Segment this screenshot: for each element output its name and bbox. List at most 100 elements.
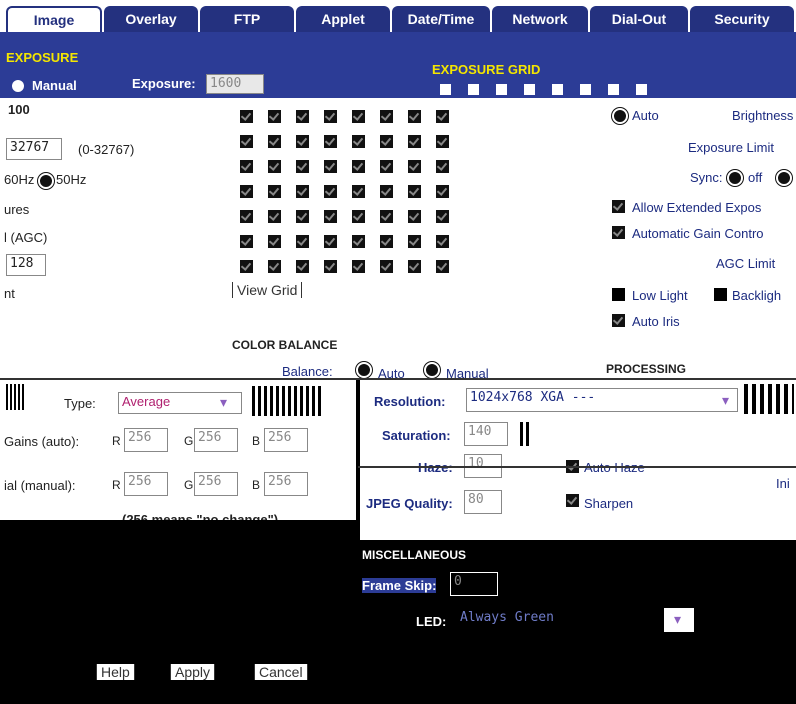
- grid-checkbox[interactable]: [240, 210, 253, 223]
- grid-checkbox[interactable]: [436, 185, 449, 198]
- grid-checkbox[interactable]: [436, 160, 449, 173]
- saturation-slider[interactable]: [520, 422, 532, 446]
- grid-checkbox[interactable]: [352, 135, 365, 148]
- tab-security[interactable]: Security: [690, 6, 794, 32]
- grid-checkbox[interactable]: [380, 235, 393, 248]
- grid-checkbox[interactable]: [324, 235, 337, 248]
- allow-extended-checkbox[interactable]: [612, 200, 625, 213]
- grid-checkbox[interactable]: [352, 110, 365, 123]
- grid-cell[interactable]: [580, 84, 591, 95]
- exposure-input[interactable]: 1600: [206, 74, 264, 94]
- grid-checkbox[interactable]: [324, 110, 337, 123]
- grid-checkbox[interactable]: [240, 235, 253, 248]
- grid-checkbox[interactable]: [352, 210, 365, 223]
- grid-checkbox[interactable]: [240, 110, 253, 123]
- grid-checkbox[interactable]: [268, 110, 281, 123]
- grid-checkbox[interactable]: [380, 185, 393, 198]
- hz-50-radio[interactable]: [38, 173, 54, 189]
- manual-radio[interactable]: [12, 80, 24, 92]
- backlight-checkbox[interactable]: [714, 288, 727, 301]
- tab-dialout[interactable]: Dial-Out: [590, 6, 688, 32]
- tab-applet[interactable]: Applet: [296, 6, 390, 32]
- grid-checkbox[interactable]: [408, 260, 421, 273]
- help-button[interactable]: Help: [96, 664, 135, 680]
- grid-checkbox[interactable]: [352, 260, 365, 273]
- grid-checkbox[interactable]: [408, 235, 421, 248]
- sync-off-radio[interactable]: [727, 170, 743, 186]
- grid-checkbox[interactable]: [408, 160, 421, 173]
- apply-button[interactable]: Apply: [170, 664, 216, 680]
- grid-checkbox[interactable]: [324, 160, 337, 173]
- auto-iris-checkbox[interactable]: [612, 314, 625, 327]
- gain-manual-g-input[interactable]: 256: [194, 472, 238, 496]
- saturation-input[interactable]: 140: [464, 422, 508, 446]
- low-light-checkbox[interactable]: [612, 288, 625, 301]
- jpeg-quality-input[interactable]: 80: [464, 490, 502, 514]
- agc-value-input[interactable]: 128: [6, 254, 46, 276]
- agc-checkbox[interactable]: [612, 226, 625, 239]
- grid-checkbox[interactable]: [296, 160, 309, 173]
- grid-cell[interactable]: [608, 84, 619, 95]
- view-grid-button[interactable]: View Grid: [232, 282, 303, 298]
- grid-checkbox[interactable]: [296, 135, 309, 148]
- grid-cell[interactable]: [636, 84, 647, 95]
- grid-checkbox[interactable]: [436, 110, 449, 123]
- grid-cell[interactable]: [552, 84, 563, 95]
- grid-cell[interactable]: [524, 84, 535, 95]
- grid-checkbox[interactable]: [380, 260, 393, 273]
- grid-checkbox[interactable]: [380, 210, 393, 223]
- grid-checkbox[interactable]: [268, 210, 281, 223]
- grid-checkbox[interactable]: [296, 210, 309, 223]
- grid-checkbox[interactable]: [380, 135, 393, 148]
- grid-checkbox[interactable]: [240, 185, 253, 198]
- grid-checkbox[interactable]: [436, 235, 449, 248]
- tab-datetime[interactable]: Date/Time: [392, 6, 490, 32]
- grid-checkbox[interactable]: [268, 260, 281, 273]
- grid-checkbox[interactable]: [268, 185, 281, 198]
- grid-checkbox[interactable]: [352, 185, 365, 198]
- tab-overlay[interactable]: Overlay: [104, 6, 198, 32]
- grid-checkbox[interactable]: [324, 260, 337, 273]
- gain-manual-r-input[interactable]: 256: [124, 472, 168, 496]
- grid-checkbox[interactable]: [324, 135, 337, 148]
- tab-ftp[interactable]: FTP: [200, 6, 294, 32]
- gain-auto-r-input[interactable]: 256: [124, 428, 168, 452]
- tab-network[interactable]: Network: [492, 6, 588, 32]
- grid-checkbox[interactable]: [268, 160, 281, 173]
- balance-auto-radio[interactable]: [356, 362, 372, 378]
- gain-manual-b-input[interactable]: 256: [264, 472, 308, 496]
- grid-checkbox[interactable]: [436, 135, 449, 148]
- grid-checkbox[interactable]: [296, 110, 309, 123]
- grid-checkbox[interactable]: [268, 135, 281, 148]
- grid-checkbox[interactable]: [352, 160, 365, 173]
- chevron-down-icon[interactable]: ▾: [722, 392, 729, 409]
- balance-manual-radio[interactable]: [424, 362, 440, 378]
- grid-checkbox[interactable]: [408, 210, 421, 223]
- grid-checkbox[interactable]: [436, 210, 449, 223]
- grid-cell[interactable]: [468, 84, 479, 95]
- grid-checkbox[interactable]: [240, 135, 253, 148]
- gain-auto-g-input[interactable]: 256: [194, 428, 238, 452]
- sync-on-radio[interactable]: [776, 170, 792, 186]
- grid-checkbox[interactable]: [296, 235, 309, 248]
- grid-checkbox[interactable]: [296, 185, 309, 198]
- auto-brightness-radio[interactable]: [612, 108, 628, 124]
- grid-checkbox[interactable]: [324, 185, 337, 198]
- led-select[interactable]: Always Green: [456, 608, 694, 632]
- cancel-button[interactable]: Cancel: [254, 664, 308, 680]
- chevron-down-icon[interactable]: ▾: [220, 394, 227, 411]
- grid-checkbox[interactable]: [240, 260, 253, 273]
- grid-checkbox[interactable]: [352, 235, 365, 248]
- grid-checkbox[interactable]: [380, 110, 393, 123]
- gain-auto-b-input[interactable]: 256: [264, 428, 308, 452]
- chevron-down-icon[interactable]: ▾: [664, 608, 694, 632]
- tab-image[interactable]: Image: [6, 6, 102, 32]
- grid-checkbox[interactable]: [296, 260, 309, 273]
- grid-cell[interactable]: [440, 84, 451, 95]
- resolution-select[interactable]: 1024x768 XGA ---: [466, 388, 738, 412]
- grid-checkbox[interactable]: [408, 110, 421, 123]
- grid-cell[interactable]: [496, 84, 507, 95]
- grid-checkbox[interactable]: [408, 135, 421, 148]
- grid-checkbox[interactable]: [240, 160, 253, 173]
- grid-checkbox[interactable]: [324, 210, 337, 223]
